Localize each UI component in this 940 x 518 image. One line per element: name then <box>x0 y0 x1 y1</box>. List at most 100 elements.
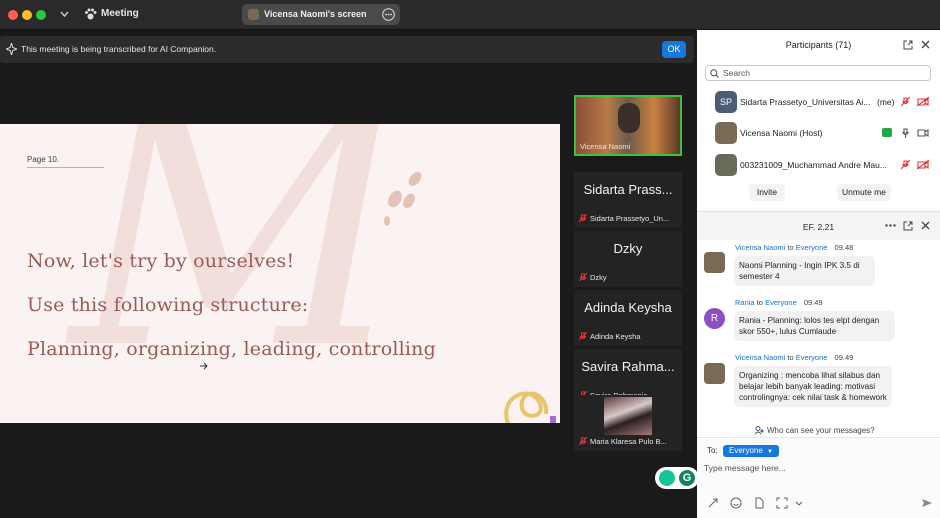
side-panel: Participants (71) Search SP Sidarta Pras… <box>697 30 940 518</box>
tile-label: Dzky <box>590 273 607 282</box>
tile-name: Dzky <box>613 241 643 256</box>
minimize-window-button[interactable] <box>22 10 32 20</box>
video-icon[interactable] <box>917 128 929 138</box>
video-tile[interactable]: Maria Klaresa Pulo B... <box>574 395 682 451</box>
participant-row[interactable]: SP Sidarta Prassetyo_Universitas Ai... (… <box>697 87 940 117</box>
lightbulb-icon[interactable] <box>659 470 675 486</box>
mic-icon[interactable] <box>901 128 910 138</box>
search-icon <box>710 69 719 78</box>
slide-line-3: Planning, organizing, leading, controlli… <box>27 338 436 360</box>
participant-row[interactable]: Vicensa Naomi (Host) <box>697 118 940 148</box>
message-recipient[interactable]: Everyone <box>796 243 828 252</box>
tile-label: Adinda Keysha <box>590 332 641 341</box>
unmute-me-button[interactable]: Unmute me <box>837 184 891 201</box>
grammarly-widget[interactable]: G <box>655 467 699 489</box>
tile-label: Sidarta Prassetyo_Un... <box>590 214 670 223</box>
avatar: R <box>704 308 725 329</box>
mic-muted-icon[interactable] <box>901 160 910 170</box>
decorative-petals <box>384 172 422 226</box>
to-label: To: <box>707 446 718 455</box>
video-tile[interactable]: Sidarta Prass... Sidarta Prassetyo_Un... <box>574 172 682 228</box>
page-label: Page 10. <box>27 155 60 164</box>
slide-line-1: Now, let's try by ourselves! <box>27 250 295 272</box>
chevron-down-icon[interactable] <box>793 497 805 509</box>
screen-share-pill[interactable]: Vicensa Naomi's screen <box>242 4 400 25</box>
ai-companion-banner: This meeting is being transcribed for AI… <box>0 36 694 63</box>
tile-label: Maria Klaresa Pulo B... <box>590 437 667 446</box>
search-placeholder: Search <box>723 68 750 78</box>
message-header: Vicensa Naomi to Everyone 09.49 <box>735 353 853 362</box>
chat-header: EF. 2.21 <box>697 211 940 240</box>
people-icon <box>755 426 764 435</box>
file-icon[interactable] <box>753 497 765 509</box>
video-tile[interactable]: Vicensa Naomi <box>574 95 682 156</box>
message-time: 09.48 <box>834 243 854 252</box>
more-options-icon[interactable] <box>382 8 395 21</box>
message-to-word: to <box>756 298 763 307</box>
video-tiles: Vicensa Naomi Sidarta Prass... Sidarta P… <box>574 95 682 451</box>
video-off-icon[interactable] <box>917 160 929 170</box>
popout-icon[interactable] <box>903 40 913 50</box>
title-bar: Meeting Vicensa Naomi's screen <box>0 0 940 30</box>
avatar <box>704 252 725 273</box>
close-icon[interactable] <box>921 40 930 49</box>
message-bubble[interactable]: Rania - Planning: lolos tes elpt dengan … <box>734 311 895 341</box>
video-tile[interactable]: Adinda Keysha Adinda Keysha <box>574 290 682 346</box>
avatar <box>715 122 737 144</box>
shared-slide: M Page 10. Now, let's try by ourselves! … <box>0 124 560 423</box>
message-sender[interactable]: Vicensa Naomi <box>735 353 785 362</box>
emoji-icon[interactable] <box>730 497 742 509</box>
participant-search[interactable]: Search <box>705 65 931 81</box>
avatar <box>715 154 737 176</box>
chevron-down-icon: ▼ <box>767 449 773 455</box>
tile-label: Vicensa Naomi <box>580 142 631 151</box>
tile-name: Adinda Keysha <box>584 300 672 315</box>
ok-button[interactable]: OK <box>662 41 686 58</box>
message-bubble[interactable]: Naomi Planning - Ingin IPK 3.5 di semest… <box>734 256 875 286</box>
avatar <box>704 363 725 384</box>
message-to-word: to <box>787 243 794 252</box>
participant-name: Sidarta Prassetyo_Universitas Ai... <box>740 97 871 107</box>
format-icon[interactable] <box>707 497 719 509</box>
chevron-down-icon[interactable] <box>60 11 69 18</box>
close-window-button[interactable] <box>8 10 18 20</box>
video-tile[interactable]: Dzky Dzky <box>574 231 682 287</box>
popout-icon[interactable] <box>903 221 913 231</box>
message-recipient[interactable]: Everyone <box>796 353 828 362</box>
message-time: 09.49 <box>803 298 823 307</box>
message-input[interactable]: Type message here... <box>704 463 786 473</box>
sharer-avatar <box>248 9 259 20</box>
participant-row[interactable]: 003231009_Muchammad Andre Mau... <box>697 150 940 180</box>
message-sender[interactable]: Rania <box>735 298 755 307</box>
message-sender[interactable]: Vicensa Naomi <box>735 243 785 252</box>
person-silhouette <box>618 103 640 133</box>
window-title: Meeting <box>101 8 139 19</box>
slide-line-2: Use this following structure: <box>27 294 309 316</box>
video-feed <box>604 397 652 435</box>
more-options-icon[interactable] <box>885 224 896 227</box>
tile-name: Sidarta Prass... <box>583 182 673 197</box>
decorative-swirl <box>504 391 556 423</box>
message-header: Vicensa Naomi to Everyone 09.48 <box>735 243 853 252</box>
recipient-dropdown[interactable]: Everyone ▼ <box>723 445 779 457</box>
message-recipient[interactable]: Everyone <box>765 298 797 307</box>
tile-name: Savira Rahma... <box>581 359 675 374</box>
close-icon[interactable] <box>921 221 930 230</box>
sparkle-icon <box>6 43 17 55</box>
video-off-icon[interactable] <box>917 97 929 107</box>
avatar: SP <box>715 91 737 113</box>
message-bubble[interactable]: Organizing : mencoba lihat silabus dan b… <box>734 366 892 407</box>
participant-suffix: (me) <box>877 97 895 107</box>
message-header: Rania to Everyone 09.49 <box>735 298 823 307</box>
maximize-window-button[interactable] <box>36 10 46 20</box>
participant-name: 003231009_Muchammad Andre Mau... <box>740 160 887 170</box>
mic-muted-icon[interactable] <box>901 97 910 107</box>
invite-button[interactable]: Invite <box>749 184 785 201</box>
arrow-right-icon <box>200 362 208 370</box>
banner-text: This meeting is being transcribed for AI… <box>21 44 217 54</box>
send-icon[interactable] <box>921 497 933 509</box>
screenshot-icon[interactable] <box>776 497 788 509</box>
visibility-link[interactable]: Who can see your messages? <box>767 426 875 435</box>
mic-muted-icon <box>579 214 587 223</box>
grammarly-icon[interactable]: G <box>679 470 695 486</box>
